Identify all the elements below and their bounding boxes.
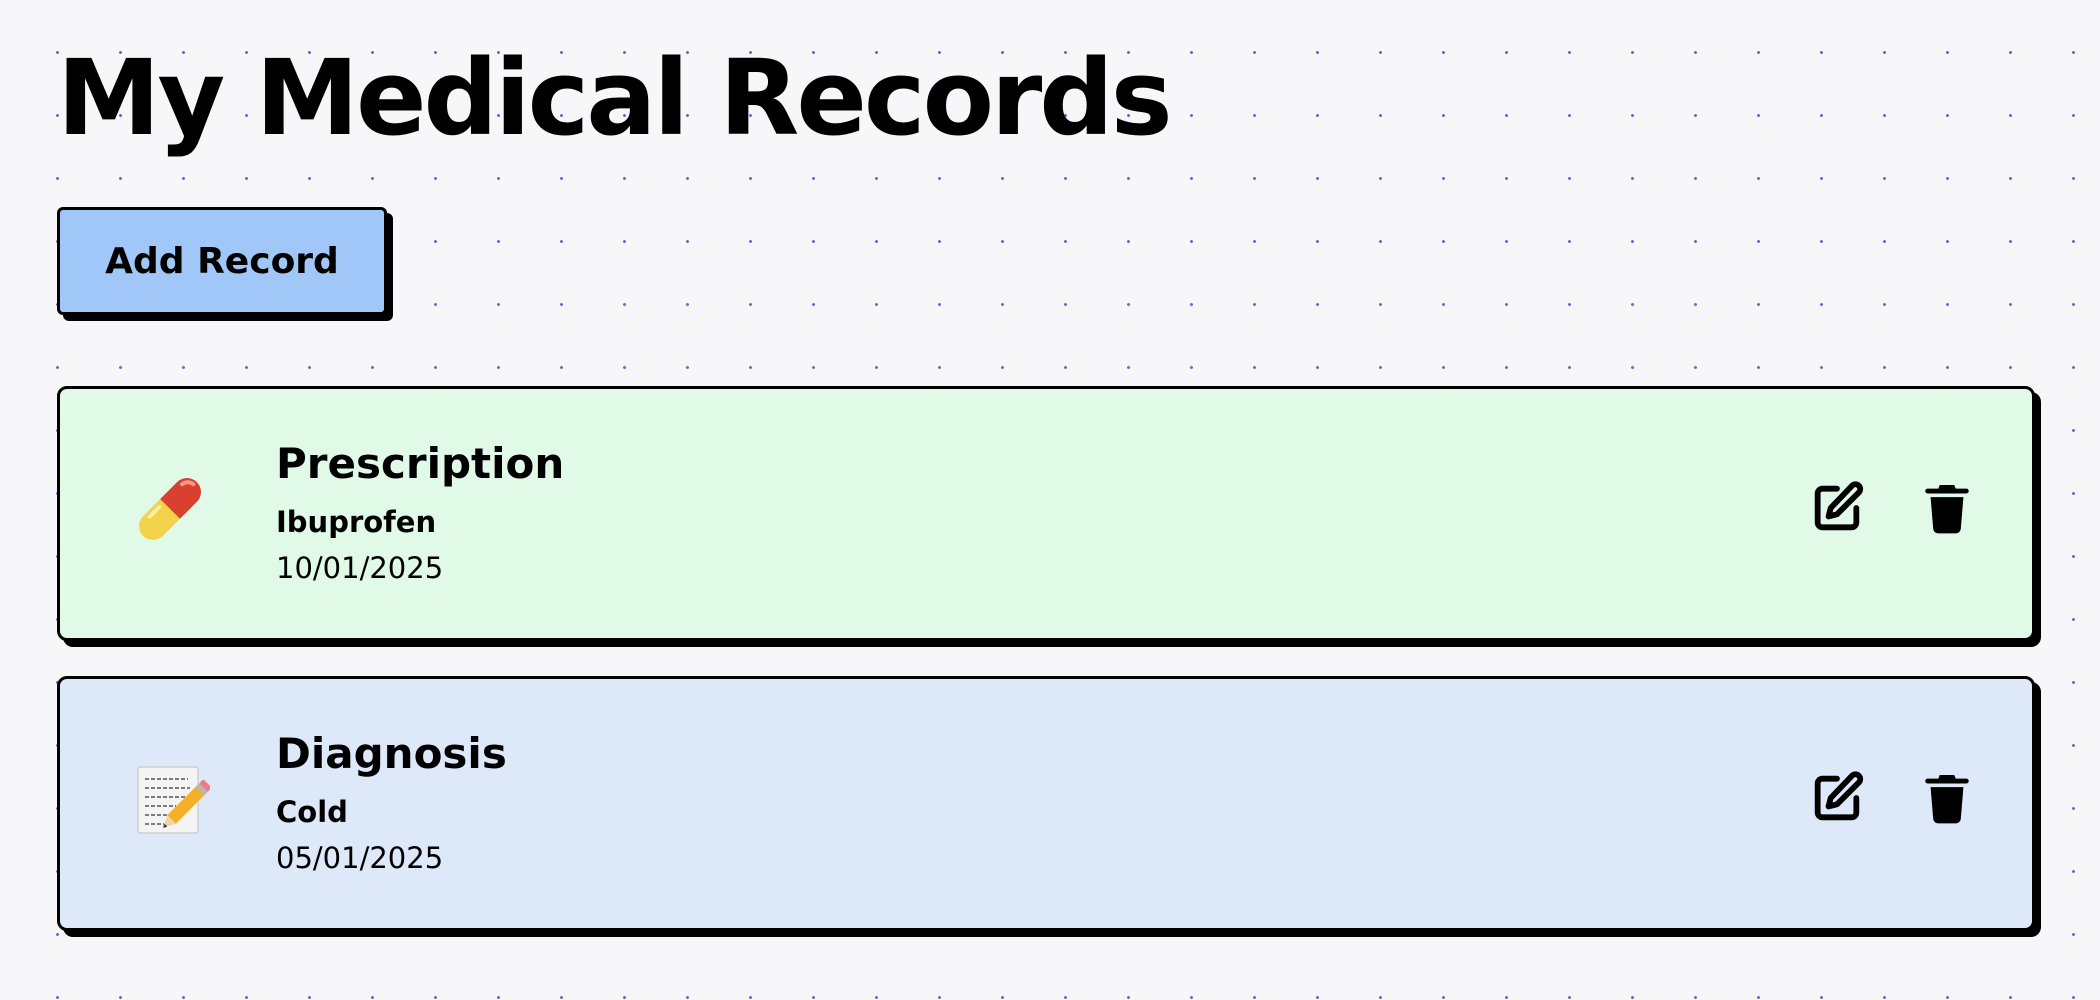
edit-icon[interactable] [1808, 769, 1866, 827]
record-card: Diagnosis Cold 05/01/2025 [57, 676, 2035, 931]
pill-icon [130, 469, 210, 549]
trash-icon[interactable] [1918, 769, 1976, 827]
record-date: 10/01/2025 [276, 551, 444, 585]
page-title: My Medical Records [57, 37, 1173, 159]
add-record-button[interactable]: Add Record [57, 207, 387, 315]
record-date: 05/01/2025 [276, 841, 444, 875]
record-type: Prescription [276, 439, 565, 488]
record-name: Cold [276, 795, 348, 829]
memo-icon [130, 759, 211, 839]
records-list: Prescription Ibuprofen 10/01/2025 Diagno… [57, 386, 2035, 966]
record-name: Ibuprofen [276, 505, 437, 539]
record-card: Prescription Ibuprofen 10/01/2025 [57, 386, 2035, 641]
edit-icon[interactable] [1808, 479, 1866, 537]
record-type: Diagnosis [276, 729, 507, 778]
trash-icon[interactable] [1918, 479, 1976, 537]
